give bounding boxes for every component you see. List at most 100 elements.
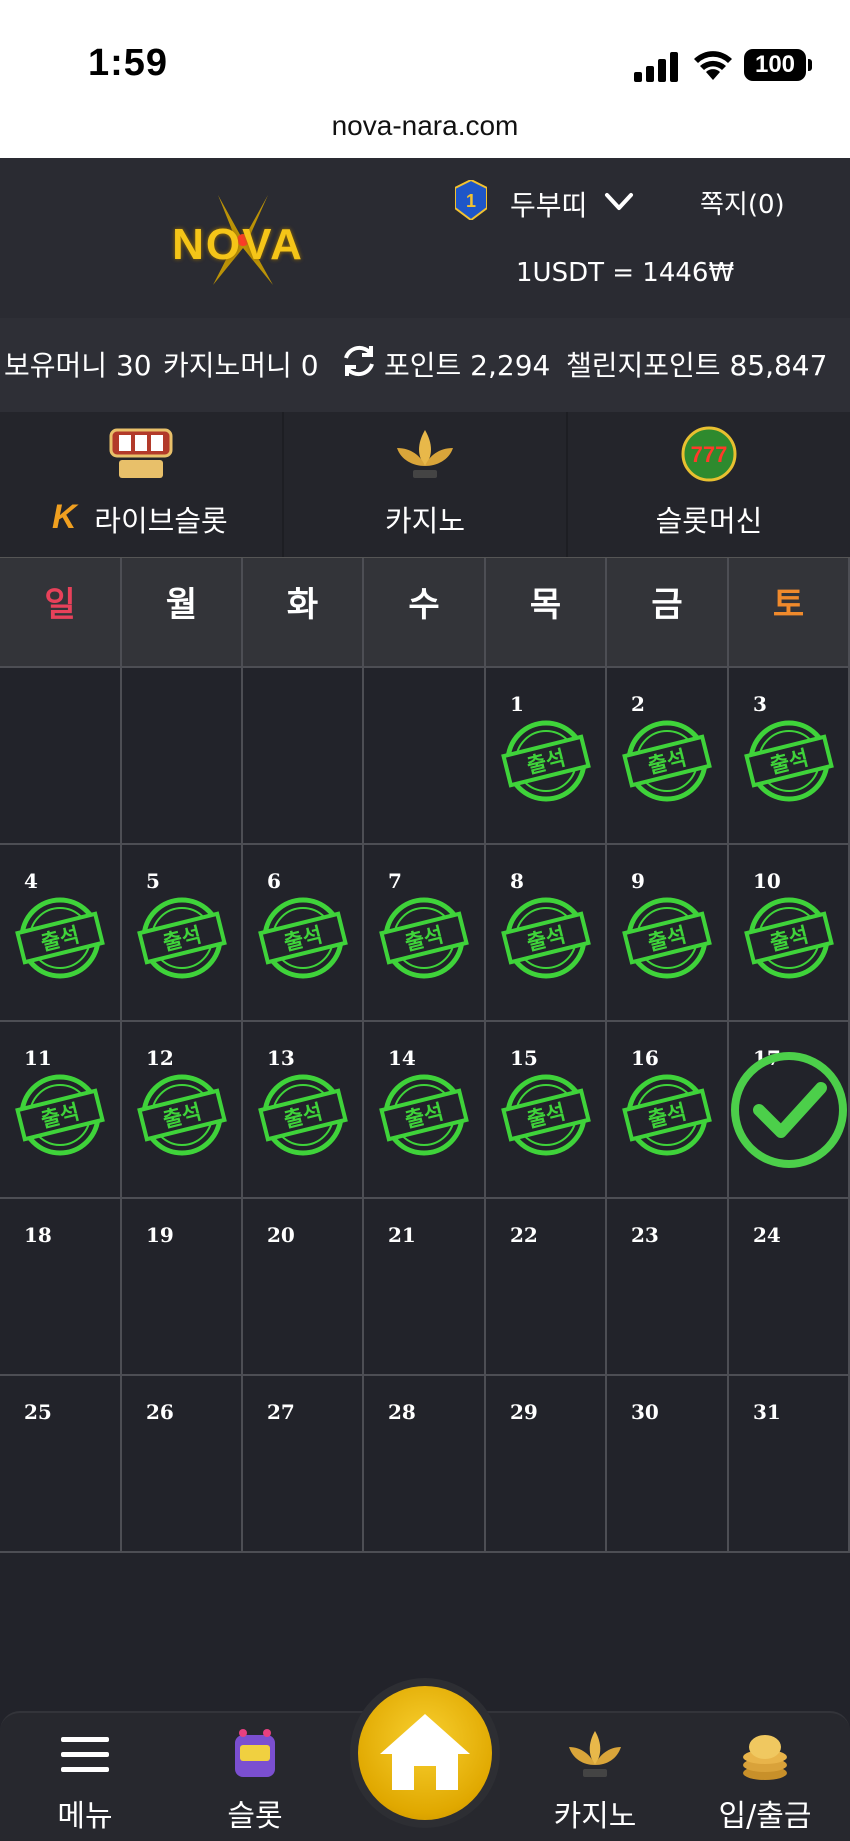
weekday-header: 금 bbox=[607, 558, 729, 668]
calendar-day-cell[interactable]: 30 bbox=[607, 1376, 729, 1553]
wifi-icon bbox=[694, 51, 732, 80]
weekday-header: 수 bbox=[364, 558, 486, 668]
attendance-stamp-icon: 출석 bbox=[500, 897, 591, 979]
logo-text: NOVA bbox=[172, 220, 304, 269]
home-button-circle bbox=[358, 1686, 492, 1820]
slot-machine-icon bbox=[235, 1729, 275, 1777]
calendar-day-cell[interactable]: 17 bbox=[729, 1022, 850, 1199]
calendar-day-cell[interactable]: 28 bbox=[364, 1376, 486, 1553]
home-icon bbox=[380, 1714, 470, 1790]
nav-menu[interactable]: 메뉴 bbox=[0, 1713, 170, 1841]
battery-indicator: 100 bbox=[744, 49, 812, 81]
cellular-signal-icon bbox=[634, 52, 678, 82]
refresh-icon[interactable] bbox=[340, 342, 378, 380]
calendar-day-cell[interactable]: 2 출석 bbox=[607, 668, 729, 845]
calendar-day-cell bbox=[122, 668, 243, 845]
attendance-stamp-icon: 출석 bbox=[15, 897, 105, 979]
calendar-day-cell[interactable]: 14 출석 bbox=[364, 1022, 486, 1199]
calendar-day-cell[interactable]: 4 출석 bbox=[0, 845, 122, 1022]
attendance-stamp-icon: 출석 bbox=[622, 720, 712, 802]
calendar-day-cell[interactable]: 15 출석 bbox=[486, 1022, 607, 1199]
attendance-stamp-icon: 출석 bbox=[379, 1074, 469, 1156]
attendance-calendar: 일 월 화 수 목 금 토 1 출석 2 출석 3 출석 4 출석 5 출석 6 출석 7 출석 8 출석 9 출석 10 출석 11… bbox=[0, 557, 850, 1553]
calendar-day-cell[interactable]: 20 bbox=[243, 1199, 364, 1376]
calendar-day-cell bbox=[364, 668, 486, 845]
day-number: 31 bbox=[753, 1400, 781, 1424]
calendar-day-cell[interactable]: 23 bbox=[607, 1199, 729, 1376]
attendance-stamp-icon: 출석 bbox=[136, 1074, 227, 1156]
address-bar-url[interactable]: nova-nara.com bbox=[0, 110, 850, 142]
day-number: 14 bbox=[388, 1046, 416, 1070]
username[interactable]: 두부띠 bbox=[510, 184, 587, 224]
nav-deposit-withdraw[interactable]: 입/출금 bbox=[680, 1713, 850, 1841]
nav-casino[interactable]: 카지노 bbox=[510, 1713, 680, 1841]
day-number: 29 bbox=[510, 1400, 538, 1424]
day-number: 19 bbox=[146, 1223, 174, 1247]
today-check-icon[interactable] bbox=[729, 1050, 849, 1170]
attendance-stamp-icon: 출석 bbox=[500, 720, 591, 802]
hamburger-menu-icon bbox=[61, 1737, 109, 1772]
calendar-day-cell[interactable]: 3 출석 bbox=[729, 668, 850, 845]
calendar-day-cell[interactable]: 6 출석 bbox=[243, 845, 364, 1022]
day-number: 20 bbox=[267, 1223, 295, 1247]
calendar-day-cell[interactable]: 7 출석 bbox=[364, 845, 486, 1022]
rank-badge-icon: 1 bbox=[455, 180, 487, 220]
chevron-down-icon[interactable] bbox=[604, 190, 634, 214]
day-number: 30 bbox=[631, 1400, 659, 1424]
day-number: 4 bbox=[24, 869, 38, 893]
calendar-day-cell[interactable]: 16 출석 bbox=[607, 1022, 729, 1199]
day-number: 16 bbox=[631, 1046, 659, 1070]
calendar-day-cell[interactable]: 24 bbox=[729, 1199, 850, 1376]
casino-money: 카지노머니 0 bbox=[163, 349, 319, 382]
day-number: 7 bbox=[388, 869, 402, 893]
day-number: 3 bbox=[753, 692, 767, 716]
calendar-day-cell[interactable]: 1 출석 bbox=[486, 668, 607, 845]
calendar-day-cell[interactable]: 12 출석 bbox=[122, 1022, 243, 1199]
home-button[interactable] bbox=[350, 1678, 500, 1828]
day-number: 28 bbox=[388, 1400, 416, 1424]
calendar-day-cell[interactable]: 22 bbox=[486, 1199, 607, 1376]
calendar-day-cell[interactable]: 18 bbox=[0, 1199, 122, 1376]
calendar-day-cell[interactable]: 25 bbox=[0, 1376, 122, 1553]
weekday-header: 월 bbox=[122, 558, 243, 668]
nav-slot[interactable]: 슬롯 bbox=[170, 1713, 340, 1841]
tab-label: 슬롯머신 bbox=[655, 504, 763, 538]
day-number: 5 bbox=[146, 869, 160, 893]
calendar-day-cell[interactable]: 26 bbox=[122, 1376, 243, 1553]
day-number: 9 bbox=[631, 869, 645, 893]
tab-casino[interactable]: 카지노 bbox=[284, 412, 566, 557]
k-slot-lotus-icon bbox=[397, 430, 453, 478]
rank-level: 1 bbox=[466, 191, 476, 211]
day-number: 10 bbox=[753, 869, 781, 893]
calendar-day-cell[interactable]: 13 출석 bbox=[243, 1022, 364, 1199]
calendar-day-cell[interactable]: 19 bbox=[122, 1199, 243, 1376]
tab-slot-machine[interactable]: 777 슬롯머신 bbox=[568, 412, 850, 557]
messages-link[interactable]: 쪽지(0) bbox=[700, 184, 785, 221]
777-slots-icon: 777 bbox=[681, 426, 737, 482]
calendar-day-cell[interactable]: 11 출석 bbox=[0, 1022, 122, 1199]
calendar-day-cell[interactable]: 8 출석 bbox=[486, 845, 607, 1022]
k-slot-lotus-icon bbox=[569, 1731, 621, 1777]
calendar-day-cell[interactable]: 29 bbox=[486, 1376, 607, 1553]
coin-stack-icon bbox=[743, 1735, 787, 1780]
calendar-day-cell[interactable]: 31 bbox=[729, 1376, 850, 1553]
category-tabs: K 라이브슬롯 카지노 777 슬롯머신 bbox=[0, 412, 850, 557]
nova-logo[interactable]: NOVA bbox=[148, 190, 328, 290]
challenge-points: 챌린지포인트 85,847 bbox=[566, 349, 828, 382]
clock: 1:59 bbox=[88, 42, 169, 84]
tab-live-slot[interactable]: K 라이브슬롯 bbox=[0, 412, 282, 557]
day-number: 26 bbox=[146, 1400, 174, 1424]
calendar-day-cell[interactable]: 27 bbox=[243, 1376, 364, 1553]
attendance-stamp-icon: 출석 bbox=[15, 1074, 105, 1156]
nav-label: 입/출금 bbox=[718, 1799, 812, 1834]
day-number: 13 bbox=[267, 1046, 295, 1070]
status-bar: 1:59 100 nova-nara.com bbox=[0, 0, 850, 158]
calendar-day-cell[interactable]: 9 출석 bbox=[607, 845, 729, 1022]
calendar-day-cell[interactable]: 5 출석 bbox=[122, 845, 243, 1022]
calendar-day-cell[interactable]: 21 bbox=[364, 1199, 486, 1376]
day-number: 27 bbox=[267, 1400, 295, 1424]
calendar-day-cell[interactable]: 10 출석 bbox=[729, 845, 850, 1022]
day-number: 18 bbox=[24, 1223, 52, 1247]
calendar-day-cell bbox=[0, 668, 122, 845]
attendance-stamp-icon: 출석 bbox=[743, 897, 834, 979]
